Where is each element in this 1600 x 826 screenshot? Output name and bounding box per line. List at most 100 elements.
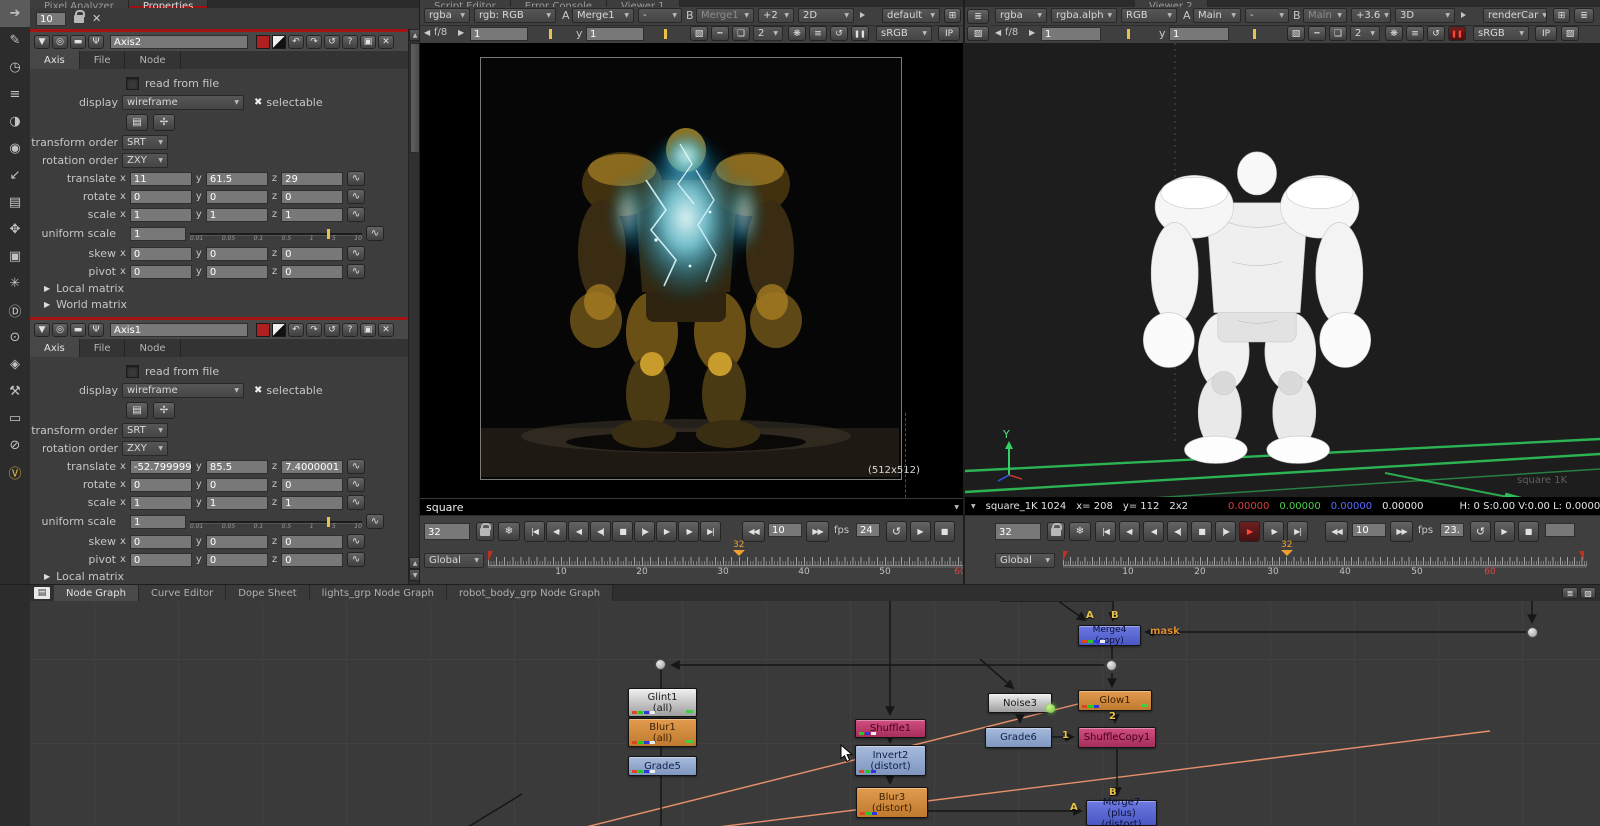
- range-end-marker[interactable]: [1579, 551, 1584, 561]
- spare-field[interactable]: [1545, 523, 1575, 537]
- node-shuffle1[interactable]: Shuffle1: [855, 719, 926, 738]
- snap-handles-icon[interactable]: ✢: [153, 402, 175, 419]
- divider[interactable]: [419, 0, 420, 585]
- stripes-icon[interactable]: ▨: [967, 26, 989, 41]
- time-icon[interactable]: ◷: [0, 54, 30, 81]
- roi-icon[interactable]: ▧: [1287, 26, 1305, 41]
- undo-icon[interactable]: ↶: [288, 323, 304, 337]
- timeline-ruler[interactable]: [1063, 551, 1587, 566]
- gain-field[interactable]: 1: [470, 27, 528, 41]
- curve-icon[interactable]: ∿: [347, 264, 365, 279]
- dot-node[interactable]: [655, 659, 666, 670]
- frame-increment-field[interactable]: 10: [1352, 523, 1386, 537]
- tab-error-console[interactable]: Error Console: [511, 0, 607, 7]
- stop-mode-icon[interactable]: ■: [1518, 521, 1539, 542]
- curve-icon[interactable]: ∿: [347, 534, 365, 549]
- skip-forward-button[interactable]: ▶▶: [1390, 521, 1413, 542]
- clear-all-icon[interactable]: ✕: [92, 12, 101, 25]
- rotate-x-field[interactable]: 0: [130, 478, 192, 492]
- current-frame-field[interactable]: 32: [424, 523, 470, 540]
- tab-pixel-analyzer[interactable]: Pixel Analyzer: [30, 0, 129, 8]
- layer-dropdown[interactable]: rgb: RGB▼: [474, 8, 556, 23]
- curve-icon[interactable]: ∿: [366, 514, 384, 529]
- aperture-right-icon[interactable]: ▶: [1029, 28, 1035, 37]
- goto-end-button[interactable]: ▶|: [1287, 521, 1308, 542]
- blend-dropdown[interactable]: -▼: [638, 8, 682, 23]
- next-keyframe-button[interactable]: ·▶: [678, 521, 699, 542]
- gear-icon[interactable]: ❋: [1385, 26, 1403, 41]
- tab-axis[interactable]: Axis: [30, 339, 80, 357]
- contrast-swatch[interactable]: [272, 323, 286, 337]
- uniform-scale-field[interactable]: 1: [130, 515, 186, 529]
- node-merge7[interactable]: Merge7 (plus)(distort): [1086, 800, 1157, 826]
- view-mode-dropdown[interactable]: 2D▼: [798, 8, 854, 23]
- filter-icon[interactable]: ◉: [0, 135, 30, 162]
- collapse-icon[interactable]: ▼: [34, 323, 50, 337]
- read-from-file-checkbox[interactable]: [126, 77, 139, 90]
- colorspace-dropdown[interactable]: sRGB▼: [876, 26, 932, 41]
- display-dropdown[interactable]: wireframe▼: [122, 95, 244, 110]
- node-glint1[interactable]: Glint1(all): [628, 688, 697, 717]
- proxy-icon[interactable]: ❏: [732, 26, 750, 41]
- max-panels-field[interactable]: 10: [36, 12, 66, 26]
- play-backward-button[interactable]: ◀: [568, 521, 589, 542]
- curve-icon[interactable]: ∿: [347, 171, 365, 186]
- gain-field[interactable]: 1: [1041, 27, 1101, 41]
- draw-icon[interactable]: ✎: [0, 27, 30, 54]
- node-shufflecopy1[interactable]: ShuffleCopy1: [1078, 727, 1156, 748]
- stripes-icon[interactable]: ▨: [1580, 587, 1596, 599]
- playback-mode-icon[interactable]: ▶: [910, 521, 931, 542]
- stripes-icon[interactable]: ▨: [1561, 26, 1579, 41]
- translate-z-field[interactable]: 7.4000001: [281, 460, 343, 474]
- collapse-icon[interactable]: ▼: [34, 35, 50, 49]
- caret-down-icon[interactable]: ▼: [971, 503, 976, 510]
- rotate-y-field[interactable]: 0: [206, 478, 268, 492]
- dot-node[interactable]: [1527, 627, 1538, 638]
- uniform-scale-slider[interactable]: 0.010.050.10.51510: [190, 515, 362, 529]
- camera-dropdown[interactable]: renderCar▼: [1483, 8, 1547, 23]
- local-matrix-toggle[interactable]: ▶ Local matrix: [44, 570, 124, 583]
- pivot-z-field[interactable]: 0: [281, 265, 343, 279]
- local-matrix-toggle[interactable]: ▶ Local matrix: [44, 282, 124, 295]
- display-style-dropdown[interactable]: RGB▼: [1121, 8, 1177, 23]
- 3d-icon[interactable]: ▣: [0, 243, 30, 270]
- skew-x-field[interactable]: 0: [130, 247, 192, 261]
- tab-viewer1[interactable]: Viewer 1: [607, 0, 680, 7]
- undo-icon[interactable]: ↶: [288, 35, 304, 49]
- range-start-marker[interactable]: [1063, 551, 1068, 561]
- stop-button[interactable]: ■: [1191, 521, 1212, 542]
- lock-icon[interactable]: [74, 15, 84, 23]
- tab-curve-editor[interactable]: Curve Editor: [139, 585, 226, 601]
- image-icon[interactable]: ➔: [0, 0, 30, 27]
- gear-icon[interactable]: ❋: [788, 26, 806, 41]
- skip-back-button[interactable]: ◀◀: [742, 521, 765, 542]
- display-dropdown[interactable]: wireframe▼: [122, 383, 244, 398]
- input-a-dropdown[interactable]: Main▼: [1193, 8, 1241, 23]
- goto-start-button[interactable]: |◀: [1095, 521, 1116, 542]
- snap-handles-icon[interactable]: ✢: [153, 114, 175, 131]
- revert-icon[interactable]: ↺: [324, 35, 340, 49]
- deep-icon[interactable]: Ⓓ: [0, 297, 30, 324]
- downrez-dropdown[interactable]: 2▼: [1350, 26, 1380, 41]
- refresh-icon[interactable]: ↺: [830, 26, 848, 41]
- channels-dropdown[interactable]: rgba▼: [995, 8, 1047, 23]
- play-backward-button[interactable]: ◀: [1143, 521, 1164, 542]
- expand-icon[interactable]: ⊞: [1553, 8, 1570, 23]
- snowflake-icon[interactable]: ❄: [498, 522, 520, 541]
- menu-icon[interactable]: ▬: [70, 35, 86, 49]
- help-icon[interactable]: ?: [342, 35, 358, 49]
- scale-y-field[interactable]: 1: [206, 496, 268, 510]
- step-forward-button[interactable]: |▶: [1215, 521, 1236, 542]
- tab-axis[interactable]: Axis: [30, 51, 80, 69]
- curve-icon[interactable]: ∿: [347, 459, 365, 474]
- sliders-icon[interactable]: ≣: [1562, 587, 1578, 599]
- rotation-order-dropdown[interactable]: ZXY▼: [122, 441, 168, 456]
- step-back-button[interactable]: ◀|: [1167, 521, 1188, 542]
- expand-icon[interactable]: ⊞: [944, 8, 961, 23]
- skip-back-button[interactable]: ◀◀: [1325, 521, 1348, 542]
- wrench-icon[interactable]: Ψ: [88, 35, 104, 49]
- wipe-dropdown[interactable]: +3.6▼: [1351, 8, 1391, 23]
- scale-y-field[interactable]: 1: [206, 208, 268, 222]
- goto-start-button[interactable]: |◀: [524, 521, 545, 542]
- help-icon[interactable]: ?: [342, 323, 358, 337]
